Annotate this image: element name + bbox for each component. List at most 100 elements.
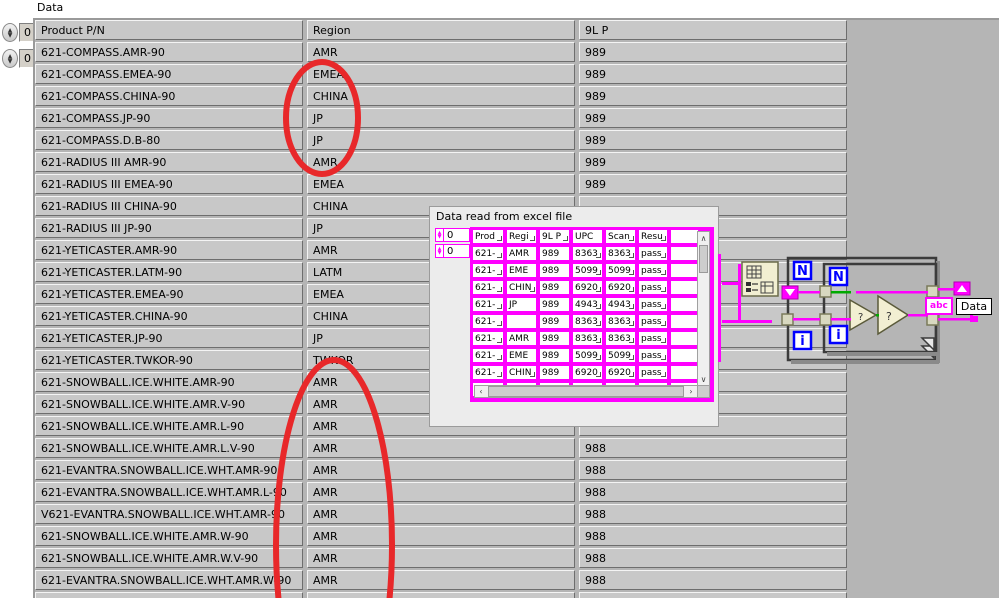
- excel-table-cell[interactable]: AMR: [506, 246, 537, 261]
- excel-column-header[interactable]: Scan: [605, 229, 636, 244]
- table-cell[interactable]: 988: [579, 570, 847, 590]
- excel-column-header[interactable]: Prod: [472, 229, 504, 244]
- scroll-right-icon[interactable]: ›: [685, 387, 697, 396]
- column-header[interactable]: 9L P: [579, 20, 847, 40]
- excel-table-vertical-scrollbar[interactable]: ∧ ∨: [697, 231, 710, 386]
- table-cell[interactable]: 621-YETICASTER.JP-90: [35, 328, 303, 348]
- table-cell[interactable]: 621-SNOWBALL.ICE.WHITE.AMR.L-90: [35, 416, 303, 436]
- excel-table-cell[interactable]: CHIN: [506, 280, 537, 295]
- excel-table-cell[interactable]: pass: [638, 280, 668, 295]
- increment-decrement-icon[interactable]: ▲ ▼: [435, 244, 444, 258]
- excel-table-cell[interactable]: 989: [539, 297, 570, 312]
- table-cell[interactable]: 621-SNOWBALL.ICE.WHITE.AMR.W.V-90: [35, 548, 303, 568]
- excel-table-horizontal-scrollbar[interactable]: ‹ ›: [474, 385, 698, 398]
- excel-table-cell[interactable]: pass: [638, 263, 668, 278]
- excel-table-cell[interactable]: 8363: [605, 331, 636, 346]
- excel-table-cell[interactable]: 621-: [472, 348, 504, 363]
- table-cell[interactable]: 989: [579, 42, 847, 62]
- excel-column-header[interactable]: 9L P: [539, 229, 570, 244]
- excel-row-index-control[interactable]: ▲ ▼ 0: [435, 228, 470, 242]
- table-cell[interactable]: JP: [307, 108, 575, 128]
- excel-table-cell[interactable]: 8363: [572, 314, 603, 329]
- column-header[interactable]: Product P/N: [35, 20, 303, 40]
- table-cell[interactable]: 621-YETICASTER.AMR-90: [35, 240, 303, 260]
- table-cell[interactable]: 989: [579, 174, 847, 194]
- table-cell[interactable]: 621-YETICASTER.CHINA-90: [35, 306, 303, 326]
- table-cell[interactable]: 988: [579, 526, 847, 546]
- excel-table-cell[interactable]: [670, 331, 699, 346]
- excel-table-cell[interactable]: [670, 246, 699, 261]
- table-cell[interactable]: 989: [579, 64, 847, 84]
- excel-table-cell[interactable]: 621-: [472, 263, 504, 278]
- excel-table-cell[interactable]: EME: [506, 263, 537, 278]
- excel-table-cell[interactable]: 6920: [605, 365, 636, 380]
- excel-col-index-value[interactable]: 0: [444, 244, 470, 258]
- excel-table-cell[interactable]: pass: [638, 365, 668, 380]
- table-cell[interactable]: EMEA: [307, 64, 575, 84]
- table-cell[interactable]: EMEA: [307, 174, 575, 194]
- table-cell[interactable]: 988: [579, 460, 847, 480]
- table-cell[interactable]: 621-COMPASS.CHINA-90: [35, 86, 303, 106]
- excel-table-cell[interactable]: 8363: [572, 246, 603, 261]
- table-cell[interactable]: 621-SNOWBALL.ICE.WHITE.AMR.W-90: [35, 526, 303, 546]
- excel-table-cell[interactable]: AMR: [506, 331, 537, 346]
- table-cell[interactable]: AMR: [307, 592, 575, 598]
- excel-table-cell[interactable]: 989: [539, 331, 570, 346]
- excel-table-cell[interactable]: pass: [638, 246, 668, 261]
- excel-table-cell[interactable]: 989: [539, 246, 570, 261]
- table-cell[interactable]: JP: [307, 130, 575, 150]
- table-cell[interactable]: 621-EVANTRA.SNOWBALL.ICE.WHT.AMR.W-90: [35, 570, 303, 590]
- excel-table-cell[interactable]: [506, 314, 537, 329]
- table-cell[interactable]: AMR: [307, 482, 575, 502]
- excel-table-cell[interactable]: 4943: [572, 297, 603, 312]
- table-cell[interactable]: AMR: [307, 570, 575, 590]
- excel-table-cell[interactable]: JP: [506, 297, 537, 312]
- table-cell[interactable]: 621-RADIUS III AMR-90: [35, 152, 303, 172]
- excel-table-cell[interactable]: [670, 365, 699, 380]
- excel-table-cell[interactable]: [670, 263, 699, 278]
- excel-table-cell[interactable]: 4943: [605, 297, 636, 312]
- column-header[interactable]: Region: [307, 20, 575, 40]
- table-cell[interactable]: 988: [579, 504, 847, 524]
- excel-table-cell[interactable]: 989: [539, 365, 570, 380]
- data-indicator-group[interactable]: abc Data: [925, 297, 993, 315]
- excel-data-panel[interactable]: Data read from excel file ▲ ▼ 0 ▲ ▼ 0 Prod…: [429, 206, 719, 427]
- table-cell[interactable]: 621-YETICASTER.EMEA-90: [35, 284, 303, 304]
- excel-row-index-value[interactable]: 0: [444, 228, 470, 242]
- increment-decrement-icon[interactable]: ▲ ▼: [2, 23, 18, 42]
- table-cell[interactable]: V621-EVANTRA.SNOWBALL.ICE.WHT.AMR-90: [35, 504, 303, 524]
- table-cell[interactable]: AMR: [307, 504, 575, 524]
- table-cell[interactable]: 621-SNOWBALL.ICE.WHITE.AMR.V-90: [35, 394, 303, 414]
- table-cell[interactable]: 621-COMPASS.JP-90: [35, 108, 303, 128]
- excel-table-cell[interactable]: CHIN: [506, 365, 537, 380]
- table-cell[interactable]: 988: [579, 548, 847, 568]
- excel-table-cell[interactable]: 621-: [472, 246, 504, 261]
- excel-table-cell[interactable]: pass: [638, 297, 668, 312]
- excel-table-cell[interactable]: 8363: [605, 246, 636, 261]
- excel-table-cell[interactable]: 621-: [472, 314, 504, 329]
- excel-table-cell[interactable]: 989: [539, 280, 570, 295]
- excel-table-cell[interactable]: pass: [638, 314, 668, 329]
- table-cell[interactable]: 621-COMPASS.EMEA-90: [35, 64, 303, 84]
- excel-column-header[interactable]: Resu: [638, 229, 668, 244]
- excel-table-cell[interactable]: [670, 314, 699, 329]
- scroll-left-icon[interactable]: ‹: [475, 387, 487, 396]
- scroll-down-icon[interactable]: ∨: [698, 373, 709, 385]
- excel-table-cell[interactable]: 8363: [572, 331, 603, 346]
- excel-column-header[interactable]: UPC: [572, 229, 603, 244]
- table-cell[interactable]: 621-YETICASTER.TWKOR-90: [35, 350, 303, 370]
- excel-table-cell[interactable]: 5099: [572, 348, 603, 363]
- table-cell[interactable]: 621-EVANTRA.SNOWBALL.ICE.WHT.AMR-90: [35, 460, 303, 480]
- excel-column-header[interactable]: Regi: [506, 229, 537, 244]
- table-cell[interactable]: 621-SNOWBALL.ICE.WHITE.AMR.L.V-90: [35, 438, 303, 458]
- table-cell[interactable]: CHINA: [307, 86, 575, 106]
- excel-table-cell[interactable]: 6920: [605, 280, 636, 295]
- excel-table-cell[interactable]: 621-: [472, 280, 504, 295]
- excel-table-cell[interactable]: 989: [539, 263, 570, 278]
- excel-col-index-control[interactable]: ▲ ▼ 0: [435, 244, 470, 258]
- table-cell[interactable]: AMR: [307, 460, 575, 480]
- increment-decrement-icon[interactable]: ▲ ▼: [435, 228, 444, 242]
- excel-table-cell[interactable]: 5099: [605, 348, 636, 363]
- table-cell[interactable]: AMR: [307, 438, 575, 458]
- table-cell[interactable]: AMR: [307, 548, 575, 568]
